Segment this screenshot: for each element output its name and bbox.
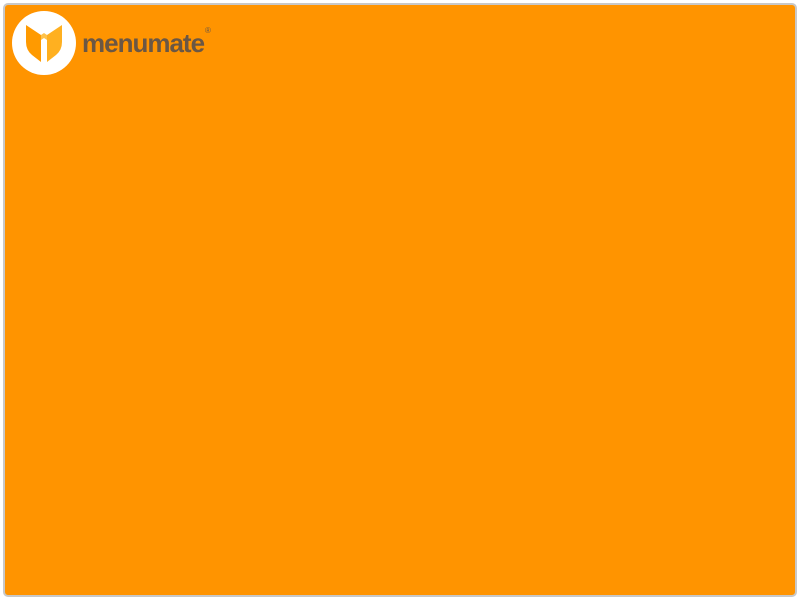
splash-screen: menumate® bbox=[3, 3, 797, 597]
brand-name: menumate bbox=[82, 28, 205, 58]
registered-mark: ® bbox=[205, 26, 211, 35]
brand-wordmark: menumate® bbox=[82, 27, 211, 58]
menumate-logo-icon bbox=[12, 11, 76, 75]
brand-header: menumate® bbox=[12, 10, 211, 76]
y-shield-icon bbox=[26, 25, 62, 62]
